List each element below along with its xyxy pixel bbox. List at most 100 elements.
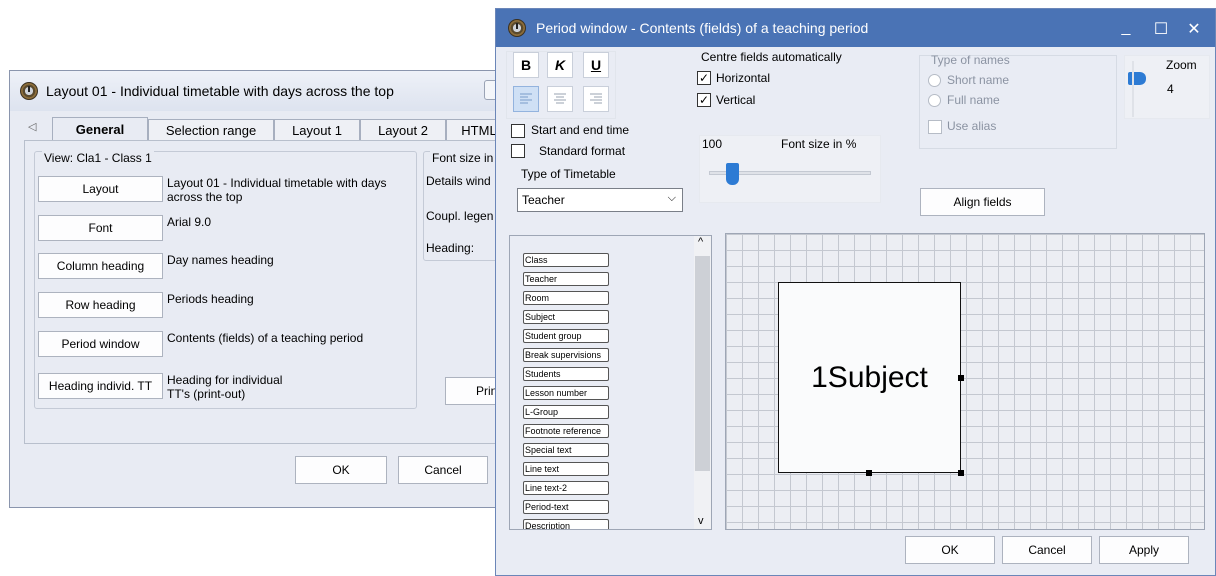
font-size-slider-thumb[interactable] <box>726 163 739 185</box>
layout-window-title: Layout 01 - Individual timetable with da… <box>46 83 394 99</box>
minimize-icon[interactable]: _ <box>1116 19 1136 37</box>
centre-fields-title: Centre fields automatically <box>701 50 842 64</box>
align-left-button[interactable] <box>513 86 539 112</box>
full-name-radio[interactable] <box>928 94 941 107</box>
field-special-text[interactable]: Special text <box>523 443 609 457</box>
tab-layout-2[interactable]: Layout 2 <box>360 119 446 140</box>
period-apply-button[interactable]: Apply <box>1099 536 1189 564</box>
view-group: View: Cla1 - Class 1 Layout Layout 01 - … <box>34 151 417 409</box>
field-teacher[interactable]: Teacher <box>523 272 609 286</box>
period-ok-button[interactable]: OK <box>905 536 995 564</box>
layout-description: Layout 01 - Individual timetable with da… <box>167 176 387 204</box>
align-fields-button[interactable]: Align fields <box>920 188 1045 216</box>
field-line-text[interactable]: Line text <box>523 462 609 476</box>
period-window: Period window - Contents (fields) of a t… <box>495 8 1216 576</box>
tab-selection-range[interactable]: Selection range <box>148 119 274 140</box>
zoom-label: Zoom <box>1166 58 1197 72</box>
align-right-button[interactable] <box>583 86 609 112</box>
scrollbar-thumb[interactable] <box>695 256 710 471</box>
close-icon[interactable]: ✕ <box>1184 19 1204 39</box>
clock-icon <box>508 19 526 37</box>
resize-handle-corner[interactable] <box>958 470 964 476</box>
zoom-value: 4 <box>1167 82 1174 96</box>
scroll-down-icon[interactable]: v <box>698 515 704 527</box>
field-list: Class Teacher Room Subject Student group… <box>509 235 712 530</box>
type-of-names-title: Type of names <box>931 53 1010 67</box>
preview-subject-text[interactable]: 1Subject <box>811 361 928 395</box>
column-heading-description: Day names heading <box>167 253 274 267</box>
standard-format-checkbox[interactable] <box>511 144 525 158</box>
resize-handle-right[interactable] <box>958 375 964 381</box>
field-description[interactable]: Description <box>523 519 609 529</box>
use-alias-checkbox[interactable] <box>928 120 942 134</box>
row-heading-button[interactable]: Row heading <box>38 292 163 318</box>
view-group-title: View: Cla1 - Class 1 <box>42 151 154 165</box>
preview-grid[interactable]: 1Subject <box>725 233 1205 530</box>
align-left-icon <box>520 93 532 104</box>
font-description: Arial 9.0 <box>167 215 212 229</box>
layout-window: Layout 01 - Individual timetable with da… <box>9 70 513 508</box>
type-of-timetable-label: Type of Timetable <box>521 167 616 181</box>
use-alias-label: Use alias <box>947 119 997 133</box>
field-footnote-reference[interactable]: Footnote reference <box>523 424 609 438</box>
heading-individual-tt-button[interactable]: Heading individ. TT <box>38 373 163 399</box>
chevron-down-icon: ⌵ <box>667 192 676 204</box>
layout-window-titlebar[interactable]: Layout 01 - Individual timetable with da… <box>10 71 508 111</box>
field-line-text-2[interactable]: Line text-2 <box>523 481 609 495</box>
tab-general[interactable]: General <box>52 117 148 141</box>
start-end-time-checkbox[interactable] <box>511 124 525 138</box>
horizontal-checkbox[interactable]: ✓ <box>697 71 711 85</box>
align-right-icon <box>590 93 602 104</box>
tab-strip: ◁ General Selection range Layout 1 Layou… <box>28 117 512 141</box>
field-student-group[interactable]: Student group <box>523 329 609 343</box>
bold-button[interactable]: B <box>513 52 539 78</box>
font-size-value: 100 <box>702 137 723 151</box>
period-window-title: Period window - Contents (fields) of a t… <box>536 20 869 36</box>
row-heading-description: Periods heading <box>167 292 254 306</box>
align-center-icon <box>554 93 566 104</box>
layout-cancel-button[interactable]: Cancel <box>398 456 488 484</box>
full-name-label: Full name <box>947 93 1000 107</box>
start-end-time-label: Start and end time <box>531 123 630 137</box>
zoom-slider-track <box>1132 61 1134 117</box>
resize-handle-bottom[interactable] <box>866 470 872 476</box>
zoom-slider-thumb[interactable] <box>1128 72 1146 85</box>
field-list-scrollbar[interactable]: ^ v <box>694 236 711 529</box>
column-heading-button[interactable]: Column heading <box>38 253 163 279</box>
scroll-up-icon[interactable]: ^ <box>698 236 703 248</box>
italic-button[interactable]: K <box>547 52 573 78</box>
field-class[interactable]: Class <box>523 253 609 267</box>
underline-button[interactable]: U <box>583 52 609 78</box>
period-window-button[interactable]: Period window <box>38 331 163 357</box>
tab-layout-1[interactable]: Layout 1 <box>274 119 360 140</box>
period-window-description: Contents (fields) of a teaching period <box>167 331 364 345</box>
period-window-titlebar[interactable]: Period window - Contents (fields) of a t… <box>496 9 1215 47</box>
standard-format-label: Standard format <box>539 144 626 158</box>
field-subject[interactable]: Subject <box>523 310 609 324</box>
vertical-checkbox[interactable]: ✓ <box>697 93 711 107</box>
field-lesson-number[interactable]: Lesson number <box>523 386 609 400</box>
font-button[interactable]: Font <box>38 215 163 241</box>
align-center-button[interactable] <box>547 86 573 112</box>
period-cancel-button[interactable]: Cancel <box>1002 536 1092 564</box>
font-size-label: Font size in % <box>781 137 857 151</box>
tab-scroll-left-icon[interactable]: ◁ <box>28 120 36 133</box>
layout-ok-button[interactable]: OK <box>295 456 387 484</box>
field-break-supervisions[interactable]: Break supervisions <box>523 348 609 362</box>
horizontal-label: Horizontal <box>716 71 771 85</box>
field-l-group[interactable]: L-Group <box>523 405 609 419</box>
short-name-radio[interactable] <box>928 74 941 87</box>
details-window-label: Details wind <box>426 174 491 188</box>
type-of-timetable-value: Teacher <box>522 193 565 207</box>
layout-button[interactable]: Layout <box>38 176 163 202</box>
field-room[interactable]: Room <box>523 291 609 305</box>
field-students[interactable]: Students <box>523 367 609 381</box>
general-panel: View: Cla1 - Class 1 Layout Layout 01 - … <box>24 140 513 444</box>
field-period-text[interactable]: Period-text <box>523 500 609 514</box>
heading-individual-tt-description: Heading for individual TT's (print-out) <box>167 373 283 401</box>
clock-icon <box>20 82 38 100</box>
heading-label: Heading: <box>426 241 475 255</box>
period-preview-cell[interactable]: 1Subject <box>778 282 961 473</box>
maximize-icon[interactable]: ☐ <box>1151 19 1171 39</box>
type-of-timetable-select[interactable]: Teacher ⌵ <box>517 188 683 212</box>
